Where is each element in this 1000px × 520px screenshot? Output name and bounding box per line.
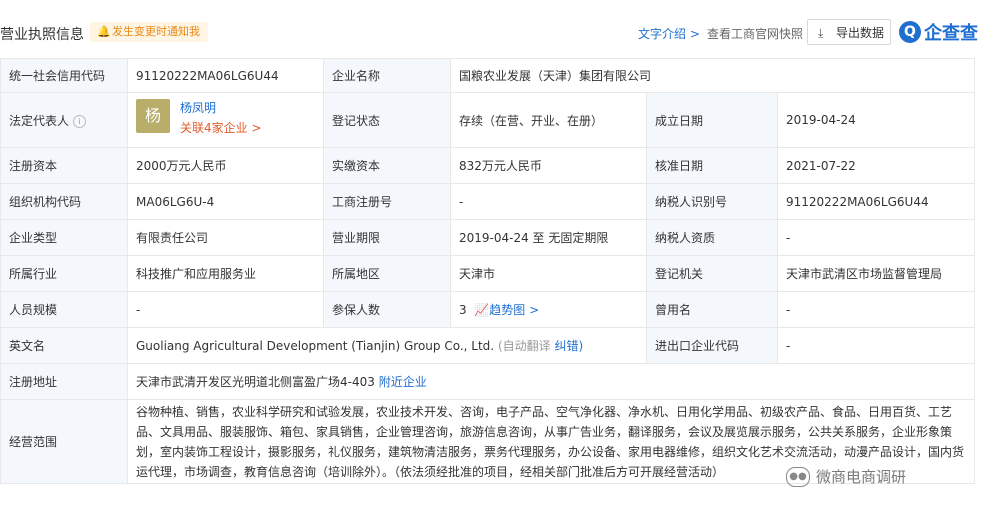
staff-size-label: 人员规模 — [0, 291, 128, 328]
org-code-label: 组织机构代码 — [0, 183, 128, 220]
biz-scope-label: 经营范围 — [0, 399, 128, 484]
ent-type-label: 企业类型 — [0, 219, 128, 256]
reg-status-label: 登记状态 — [323, 92, 451, 148]
staff-size-value: - — [127, 291, 324, 328]
est-date-label: 成立日期 — [646, 92, 778, 148]
region-value: 天津市 — [450, 255, 647, 292]
former-name-label: 曾用名 — [646, 291, 778, 328]
legal-rep-label: 法定代表人 — [9, 113, 70, 128]
business-license-table: 统一社会信用代码 91120222MA06LG6U44 企业名称 国粮农业发展（… — [0, 58, 975, 484]
watermark: ●● 微商电商调研 — [786, 466, 906, 487]
table-row: 组织机构代码 MA06LG6U-4 工商注册号 - 纳税人识别号 9112022… — [0, 183, 975, 220]
ent-type-value: 有限责任公司 — [127, 219, 324, 256]
taxpayer-qual-value: - — [777, 219, 975, 256]
wechat-icon: ●● — [786, 466, 810, 487]
avatar[interactable]: 杨 — [136, 99, 170, 133]
reg-address-cell: 天津市武清开发区光明道北侧富盈广场4-403 附近企业 — [127, 363, 975, 400]
industry-label: 所属行业 — [0, 255, 128, 292]
credit-code-value: 91120222MA06LG6U44 — [127, 58, 324, 93]
reg-capital-value: 2000万元人民币 — [127, 147, 324, 184]
company-name-value: 国粮农业发展（天津）集团有限公司 — [450, 58, 975, 93]
import-export-value: - — [777, 327, 975, 364]
taxpayer-qual-label: 纳税人资质 — [646, 219, 778, 256]
insured-cell: 3 📈趋势图 > — [450, 291, 647, 328]
org-code-value: MA06LG6U-4 — [127, 183, 324, 220]
former-name-value: - — [777, 291, 975, 328]
legal-rep-label-cell: 法定代表人 i — [0, 92, 128, 148]
watermark-text: 微商电商调研 — [816, 468, 907, 486]
credit-code-label: 统一社会信用代码 — [0, 58, 128, 93]
download-icon: ⤓ — [818, 26, 824, 40]
text-intro-link[interactable]: 文字介绍 > — [638, 25, 700, 42]
taxpayer-id-label: 纳税人识别号 — [646, 183, 778, 220]
biz-reg-no-label: 工商注册号 — [323, 183, 451, 220]
english-name-value: Guoliang Agricultural Development (Tianj… — [136, 339, 495, 353]
table-row: 企业类型 有限责任公司 营业期限 2019-04-24 至 无固定期限 纳税人资… — [0, 219, 975, 256]
legal-rep-name-link[interactable]: 杨凤明 — [180, 99, 216, 116]
export-data-button[interactable]: ⤓ 导出数据 — [807, 19, 891, 45]
reg-address-label: 注册地址 — [0, 363, 128, 400]
official-snapshot-link[interactable]: 查看工商官网快照 — [707, 25, 803, 42]
section-title: 营业执照信息 — [0, 27, 84, 43]
table-row: 法定代表人 i 杨 杨凤明 关联4家企业 > 登记状态 存续（在营、开业、在册） … — [0, 92, 975, 148]
qichacha-logo: Q 企查查 — [899, 18, 978, 46]
table-row: 注册资本 2000万元人民币 实缴资本 832万元人民币 核准日期 2021-0… — [0, 147, 975, 184]
table-row: 英文名 Guoliang Agricultural Development (T… — [0, 327, 975, 364]
logo-mark-icon: Q — [899, 21, 921, 43]
industry-value: 科技推广和应用服务业 — [127, 255, 324, 292]
biz-term-label: 营业期限 — [323, 219, 451, 256]
taxpayer-id-value: 91120222MA06LG6U44 — [777, 183, 975, 220]
nearby-companies-link[interactable]: 附近企业 — [379, 375, 427, 389]
bell-icon: 🔔 — [97, 25, 111, 38]
table-row: 统一社会信用代码 91120222MA06LG6U44 企业名称 国粮农业发展（… — [0, 58, 975, 93]
correct-error-link[interactable]: 纠错) — [554, 339, 583, 353]
trend-chart-link[interactable]: 📈趋势图 > — [470, 303, 539, 317]
notify-change-toggle[interactable]: 🔔 发生变更时通知我 — [90, 22, 208, 42]
est-date-value: 2019-04-24 — [777, 92, 975, 148]
region-label: 所属地区 — [323, 255, 451, 292]
legal-rep-cell: 杨 杨凤明 关联4家企业 > — [127, 92, 324, 148]
related-companies-link[interactable]: 关联4家企业 > — [180, 119, 262, 136]
import-export-label: 进出口企业代码 — [646, 327, 778, 364]
notify-label: 发生变更时通知我 — [112, 25, 200, 38]
auto-translate-note: (自动翻译 — [497, 339, 551, 353]
export-label: 导出数据 — [836, 26, 885, 40]
reg-authority-label: 登记机关 — [646, 255, 778, 292]
approval-date-value: 2021-07-22 — [777, 147, 975, 184]
english-name-label: 英文名 — [0, 327, 128, 364]
info-icon[interactable]: i — [73, 114, 87, 128]
company-name-label: 企业名称 — [323, 58, 451, 93]
section-header: 营业执照信息 🔔 发生变更时通知我 文字介绍 > 查看工商官网快照 ⤓ 导出数据… — [0, 0, 1000, 60]
trend-icon: 📈 — [474, 303, 490, 317]
trend-chart-label: 趋势图 > — [489, 303, 540, 317]
insured-value: 3 — [459, 303, 467, 317]
reg-address-value: 天津市武清开发区光明道北侧富盈广场4-403 — [136, 375, 375, 389]
paid-capital-value: 832万元人民币 — [450, 147, 647, 184]
approval-date-label: 核准日期 — [646, 147, 778, 184]
reg-authority-value: 天津市武清区市场监督管理局 — [777, 255, 975, 292]
reg-capital-label: 注册资本 — [0, 147, 128, 184]
biz-term-value: 2019-04-24 至 无固定期限 — [450, 219, 647, 256]
insured-label: 参保人数 — [323, 291, 451, 328]
table-row: 人员规模 - 参保人数 3 📈趋势图 > 曾用名 - — [0, 291, 975, 328]
english-name-cell: Guoliang Agricultural Development (Tianj… — [127, 327, 647, 364]
table-row: 所属行业 科技推广和应用服务业 所属地区 天津市 登记机关 天津市武清区市场监督… — [0, 255, 975, 292]
table-row: 注册地址 天津市武清开发区光明道北侧富盈广场4-403 附近企业 — [0, 363, 975, 400]
logo-text: 企查查 — [924, 23, 978, 44]
paid-capital-label: 实缴资本 — [323, 147, 451, 184]
reg-status-value: 存续（在营、开业、在册） — [450, 92, 647, 148]
biz-reg-no-value: - — [450, 183, 647, 220]
